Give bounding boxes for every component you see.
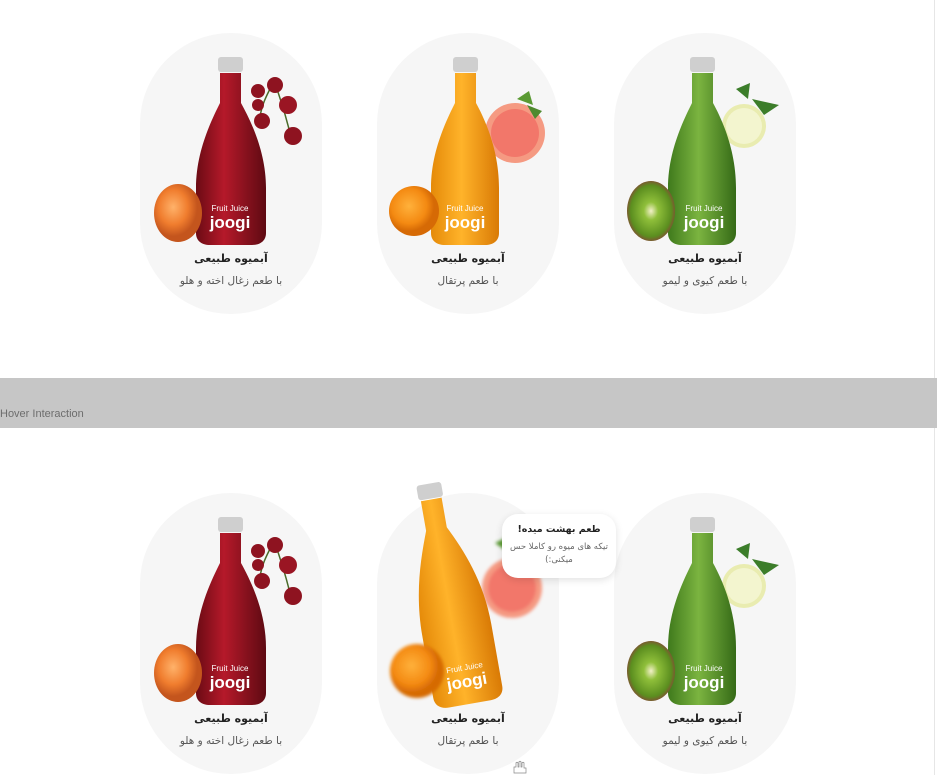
lemon-icon: [722, 543, 779, 608]
card-subtitle: با طعم پرتقال: [437, 735, 499, 747]
card-title: آبمیوه طبیعی: [431, 252, 505, 265]
cherry-icon: [251, 77, 302, 145]
product-card-orange[interactable]: Fruit Juice joogi آبمیوه طبیعی با طعم پر…: [377, 33, 559, 314]
card-subtitle: با طعم زغال اخته و هلو: [179, 275, 283, 287]
svg-text:joogi: joogi: [444, 213, 486, 232]
peach-icon: [154, 184, 202, 242]
card-title: آبمیوه طبیعی: [194, 252, 268, 265]
svg-text:Fruit Juice: Fruit Juice: [447, 204, 484, 213]
product-card-cherry-peach[interactable]: Fruit Juice joogi آبمیوه طبیعی با طعم زغ…: [140, 33, 322, 314]
cherry-icon: [251, 537, 302, 605]
svg-text:joogi: joogi: [683, 213, 725, 232]
peach-icon: [154, 644, 202, 702]
card-title: آبمیوه طبیعی: [194, 712, 268, 725]
orange-illustration: Fruit Juice joogi: [389, 57, 545, 245]
orange-fruit-icon: [389, 186, 439, 236]
cherry-peach-illustration: Fruit Juice joogi: [154, 517, 302, 705]
svg-text:Fruit Juice: Fruit Juice: [212, 204, 249, 213]
svg-text:Fruit Juice: Fruit Juice: [686, 664, 723, 673]
divider-label: Hover Interaction: [0, 408, 84, 420]
card-title: آبمیوه طبیعی: [431, 712, 505, 725]
product-card-cherry-peach[interactable]: Fruit Juice joogi آبمیوه طبیعی با طعم زغ…: [140, 493, 322, 774]
card-subtitle: با طعم کیوی و لیمو: [662, 735, 748, 747]
cherry-peach-illustration: Fruit Juice joogi: [154, 57, 302, 245]
svg-text:joogi: joogi: [209, 213, 251, 232]
card-subtitle: با طعم پرتقال: [437, 275, 499, 287]
tooltip-text: تیکه های میوه رو کاملا حس میکنی:): [510, 542, 608, 565]
svg-text:Fruit Juice: Fruit Juice: [686, 204, 723, 213]
kiwi-lemon-illustration: Fruit Juice joogi: [627, 517, 779, 705]
card-title: آبمیوه طبیعی: [668, 252, 742, 265]
hover-tooltip: طعم بهشت میده! تیکه های میوه رو کاملا حس…: [502, 514, 616, 578]
card-title: آبمیوه طبیعی: [668, 712, 742, 725]
product-card-kiwi-lemon[interactable]: Fruit Juice joogi آبمیوه طبیعی با طعم کی…: [614, 33, 796, 314]
section-divider: Hover Interaction: [0, 378, 937, 428]
products-section-hover: Fruit Juice joogi آبمیوه طبیعی با طعم زغ…: [0, 428, 937, 775]
bottle-icon: Fruit Juice joogi: [431, 57, 499, 245]
bottle-icon: Fruit Juice joogi: [668, 517, 736, 705]
kiwi-lemon-illustration: Fruit Juice joogi: [627, 57, 779, 245]
svg-text:joogi: joogi: [209, 673, 251, 692]
svg-text:joogi: joogi: [683, 673, 725, 692]
kiwi-icon: [627, 181, 675, 241]
card-subtitle: با طعم زغال اخته و هلو: [179, 735, 283, 747]
bottle-icon: Fruit Juice joogi: [668, 57, 736, 245]
svg-text:Fruit Juice: Fruit Juice: [212, 664, 249, 673]
product-card-kiwi-lemon[interactable]: Fruit Juice joogi آبمیوه طبیعی با طعم کی…: [614, 493, 796, 774]
hand-pointer-icon: [513, 760, 527, 774]
lemon-icon: [722, 83, 779, 148]
card-subtitle: با طعم کیوی و لیمو: [662, 275, 748, 287]
products-section-default: Fruit Juice joogi آبمیوه طبیعی با طعم زغ…: [0, 0, 937, 378]
kiwi-icon: [627, 641, 675, 701]
tooltip-title: طعم بهشت میده!: [517, 524, 601, 535]
orange-fruit-icon: [390, 644, 444, 698]
